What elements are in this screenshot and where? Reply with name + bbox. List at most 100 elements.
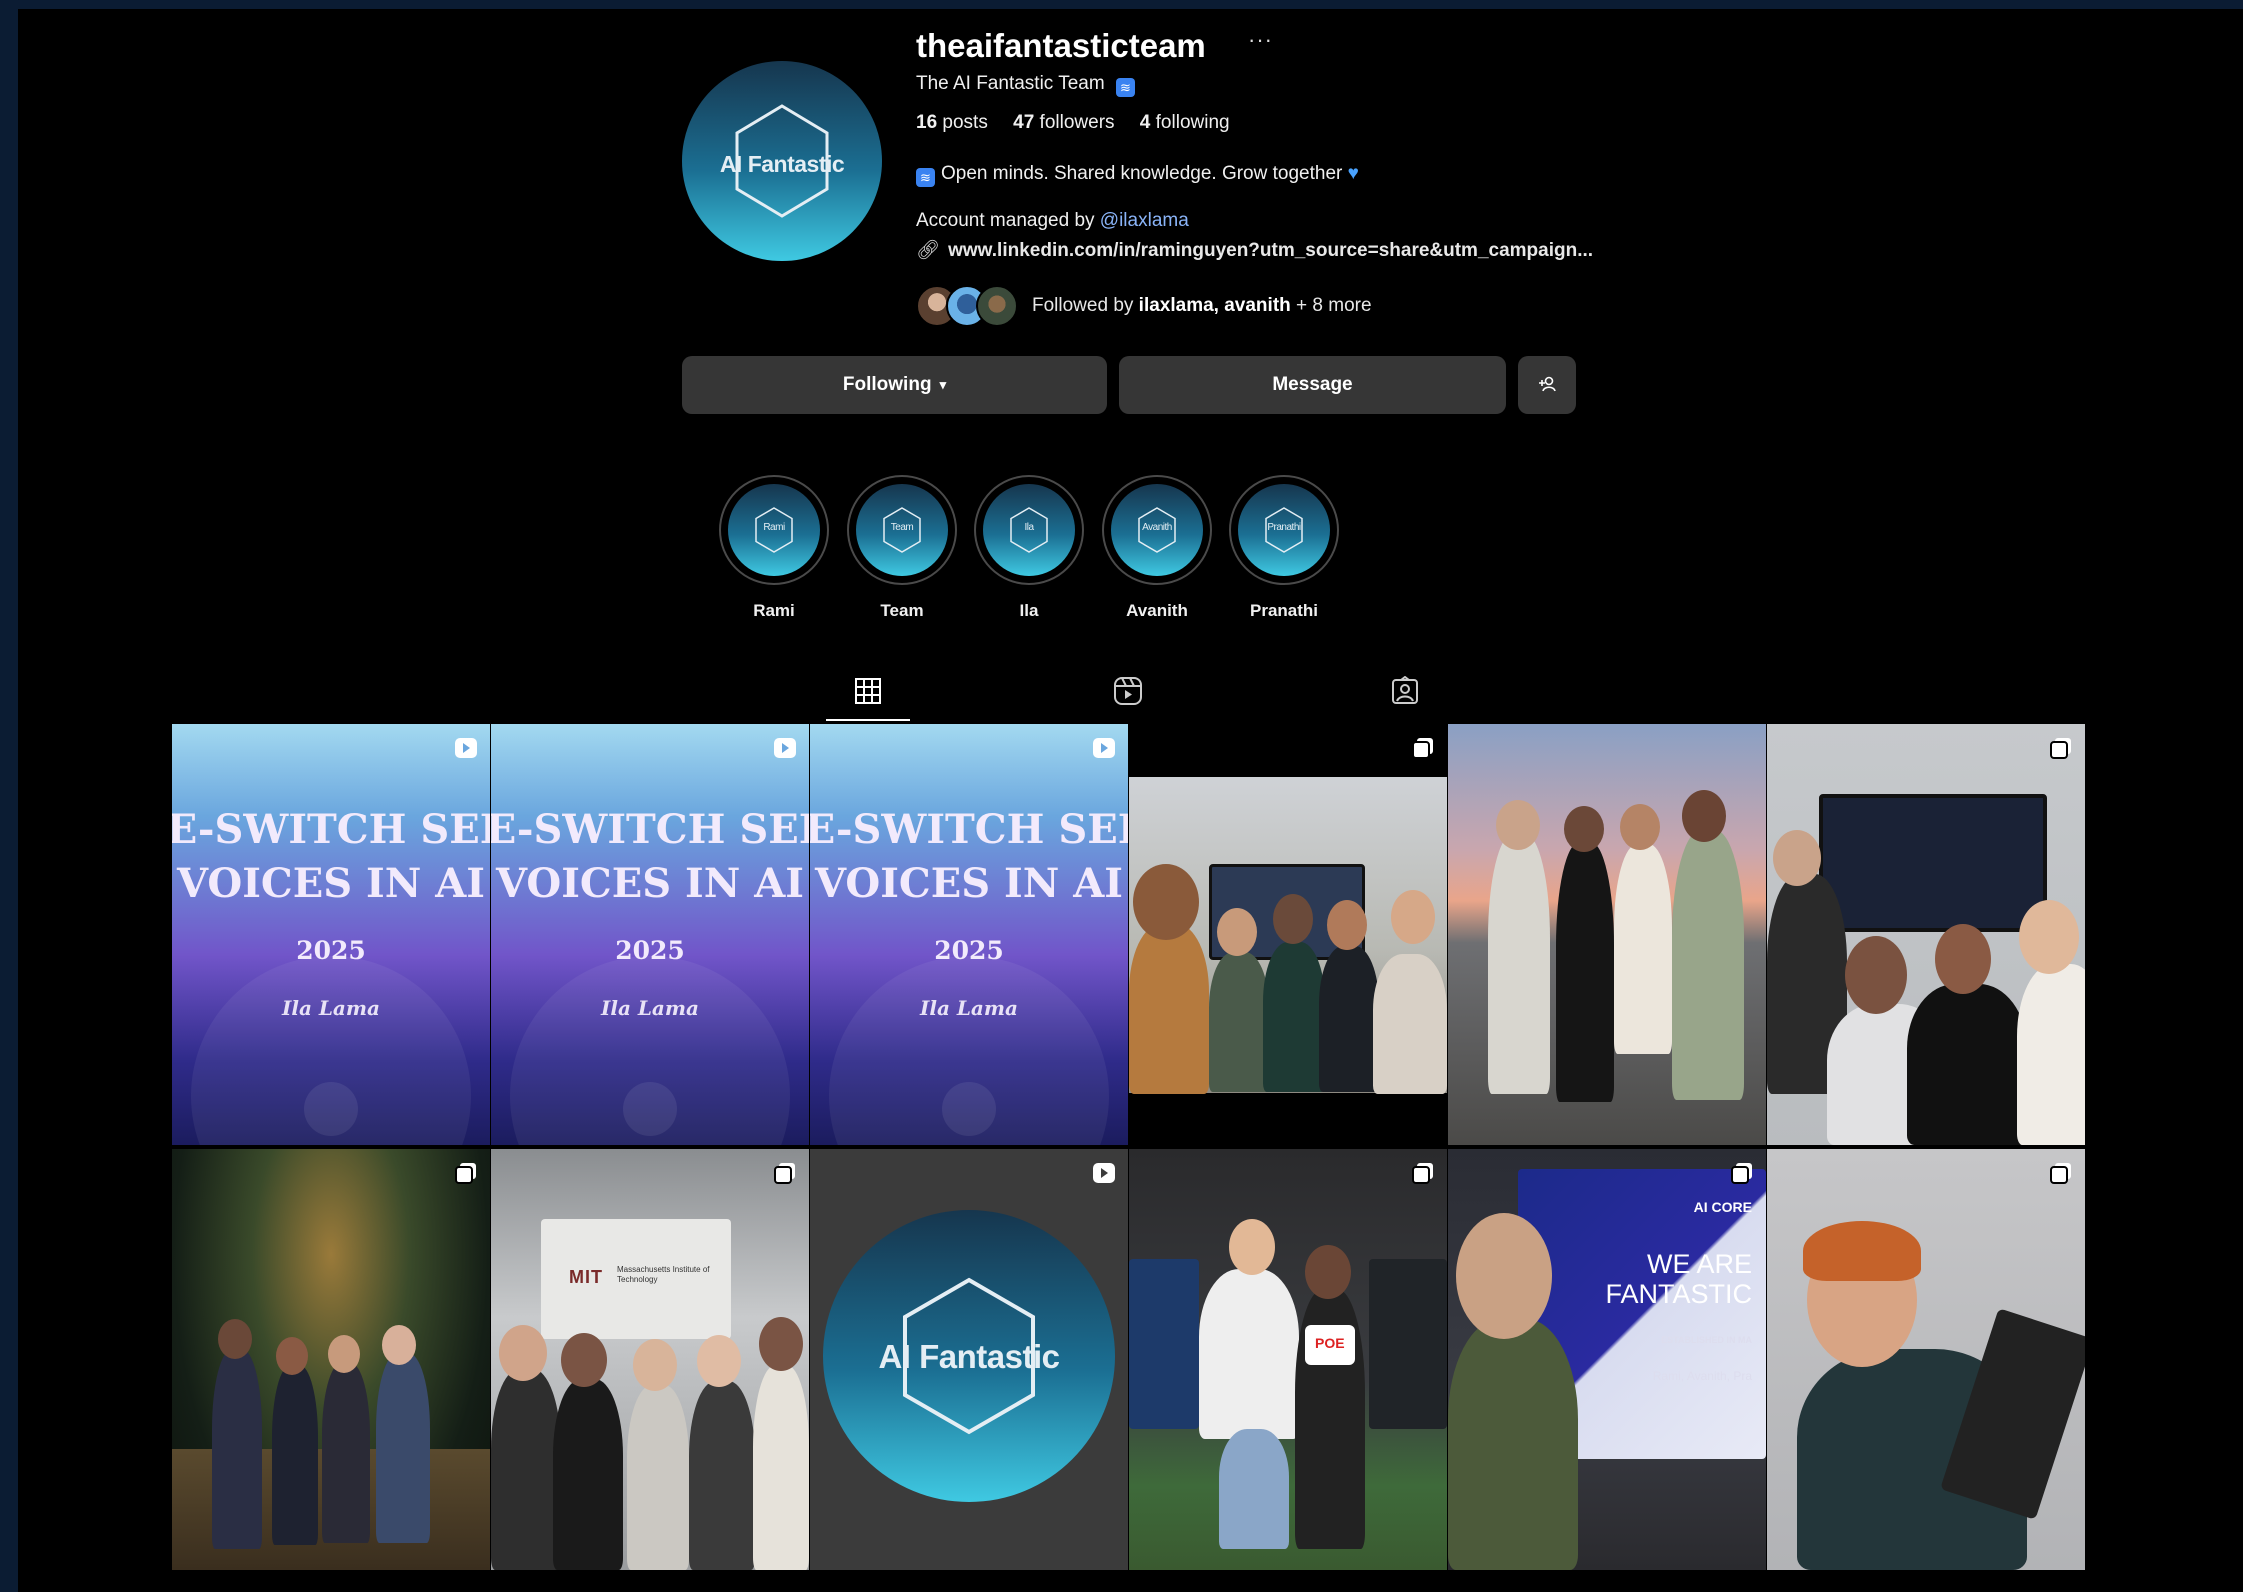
post-group-photo-sunset[interactable]: [1448, 724, 1766, 1145]
posts-label: posts: [937, 112, 988, 133]
carousel-icon: [455, 1163, 476, 1184]
person: [553, 1379, 623, 1570]
reel-icon: [1093, 1163, 1115, 1183]
person: [627, 1385, 689, 1570]
person-head: [1620, 804, 1660, 850]
highlight-cover-text: Avanith: [1142, 522, 1172, 533]
profile-avatar[interactable]: AI Fantastic: [682, 61, 882, 261]
highlight-ring: Avanith: [1102, 475, 1212, 585]
highlight-cover-text: Ila: [1024, 522, 1034, 533]
bio-text: Open minds. Shared knowledge. Grow toget…: [941, 163, 1343, 184]
followers-stat[interactable]: 47 followers: [1013, 112, 1114, 133]
person: [1373, 954, 1447, 1094]
post-group-photo-screen[interactable]: [1767, 724, 2085, 1145]
person: [491, 1369, 561, 1570]
followed-by-text: Followed by ilaxlama, avanith + 8 more: [1032, 295, 1372, 317]
active-tab-indicator: [826, 719, 910, 721]
tagged-icon: [1392, 676, 1418, 704]
person-head: [1773, 830, 1821, 886]
post-simulator-photo[interactable]: POE: [1129, 1149, 1447, 1570]
person: [322, 1363, 370, 1543]
highlight-ring: Pranathi: [1229, 475, 1339, 585]
follower-avatar: [976, 285, 1018, 327]
decorative-shape: [304, 1082, 358, 1136]
slide-corner-text: AI CORE: [1693, 1199, 1752, 1215]
post-title-line2: VOICES IN AI: [177, 860, 485, 907]
person: [1448, 1319, 1578, 1570]
person: [1907, 984, 2027, 1145]
person-head: [1133, 864, 1199, 940]
person: [1556, 842, 1614, 1102]
link-icon: 🔗︎: [916, 240, 941, 261]
highlight-pranathi[interactable]: Pranathi Pranathi: [1229, 475, 1339, 621]
post-mit-photo[interactable]: MIT Massachusetts Institute of Technolog…: [491, 1149, 809, 1570]
projector-screen: MIT Massachusetts Institute of Technolog…: [541, 1219, 731, 1339]
highlight-cover: Rami: [728, 484, 820, 576]
person-head: [561, 1333, 607, 1387]
brand-logo-text: AI Fantastic: [878, 1338, 1060, 1375]
highlight-label: Rami: [753, 601, 795, 620]
person: [212, 1349, 262, 1549]
person: [1199, 1269, 1299, 1439]
highlight-label: Avanith: [1126, 601, 1188, 620]
carousel-icon: [2050, 738, 2071, 759]
person-head: [1935, 924, 1991, 994]
mit-sign-text: Massachusetts Institute of Technology: [617, 1265, 710, 1284]
add-user-button[interactable]: [1518, 356, 1576, 414]
post-year: 2025: [296, 936, 366, 965]
grid-icon: [855, 678, 881, 704]
tab-posts[interactable]: [848, 671, 888, 711]
person-head: [499, 1325, 547, 1381]
carousel-icon: [1731, 1163, 1752, 1184]
followed-by[interactable]: Followed by ilaxlama, avanith + 8 more: [916, 284, 1372, 328]
highlight-label: Team: [880, 601, 924, 620]
brand-logo-circle: AI Fantastic: [823, 1210, 1115, 1502]
post-year: 2025: [615, 936, 685, 965]
post-keyboard-photo[interactable]: [1767, 1149, 2085, 1570]
followed-by-suffix: + 8 more: [1290, 295, 1372, 316]
person-head: [2019, 900, 2079, 974]
add-user-icon: [1539, 376, 1556, 392]
person-head: [1327, 900, 1367, 950]
more-options-icon[interactable]: ···: [1248, 27, 1273, 53]
person-head: [1682, 790, 1726, 842]
bio-link[interactable]: 🔗︎ www.linkedin.com/in/raminguyen?utm_sou…: [916, 238, 1593, 262]
person-head: [1456, 1213, 1552, 1339]
post-reel-voices-in-ai[interactable]: DE-SWITCH SERI VOICES IN AI 2025 Ila Lam…: [491, 724, 809, 1145]
person-head: [697, 1335, 741, 1387]
tab-reels[interactable]: [1108, 671, 1148, 711]
post-title-line1: DE-SWITCH SERI: [810, 806, 1128, 853]
reel-icon: [1093, 738, 1115, 758]
message-button[interactable]: Message: [1119, 356, 1506, 414]
post-reel-voices-in-ai[interactable]: DE-SWITCH SERI VOICES IN AI 2025 Ila Lam…: [172, 724, 490, 1145]
post-author: Ila Lama: [919, 996, 1019, 1020]
person-head: [218, 1319, 252, 1359]
followed-by-prefix: Followed by: [1032, 295, 1139, 316]
posts-stat[interactable]: 16 posts: [916, 112, 988, 133]
person: [376, 1353, 430, 1543]
post-ropes-course-photo[interactable]: [172, 1149, 490, 1570]
carousel-icon: [1412, 738, 1433, 759]
avatar-brand-text: AI Fantastic: [719, 151, 845, 177]
highlight-avanith[interactable]: Avanith Avanith: [1102, 475, 1212, 621]
post-reel-brand-logo[interactable]: AI Fantastic: [810, 1149, 1128, 1570]
post-reel-voices-in-ai[interactable]: DE-SWITCH SERI VOICES IN AI 2025 Ila Lam…: [810, 724, 1128, 1145]
managed-handle-link[interactable]: @ilaxlama: [1100, 210, 1189, 231]
highlight-cover: Avanith: [1111, 484, 1203, 576]
tab-tagged[interactable]: [1385, 671, 1425, 711]
decorative-shape: [623, 1082, 677, 1136]
post-group-photo-office[interactable]: [1129, 724, 1447, 1145]
following-count: 4: [1139, 112, 1151, 133]
highlight-team[interactable]: Team Team: [847, 475, 957, 621]
wifi-icon: ≋: [916, 168, 935, 187]
following-button[interactable]: Following ▾: [682, 356, 1107, 414]
highlight-ila[interactable]: Ila Ila: [974, 475, 1084, 621]
person-head: [1845, 936, 1907, 1014]
following-stat[interactable]: 4 following: [1140, 112, 1230, 133]
person-head: [1229, 1219, 1275, 1275]
tv-screen: [1819, 794, 2047, 932]
person-head: [1391, 890, 1435, 944]
post-we-are-fantastic-photo[interactable]: AI CORE WE ARE FANTASTIC ESTABLISHED IN …: [1448, 1149, 1766, 1570]
person: [1129, 924, 1209, 1094]
highlight-rami[interactable]: Rami Rami: [719, 475, 829, 621]
